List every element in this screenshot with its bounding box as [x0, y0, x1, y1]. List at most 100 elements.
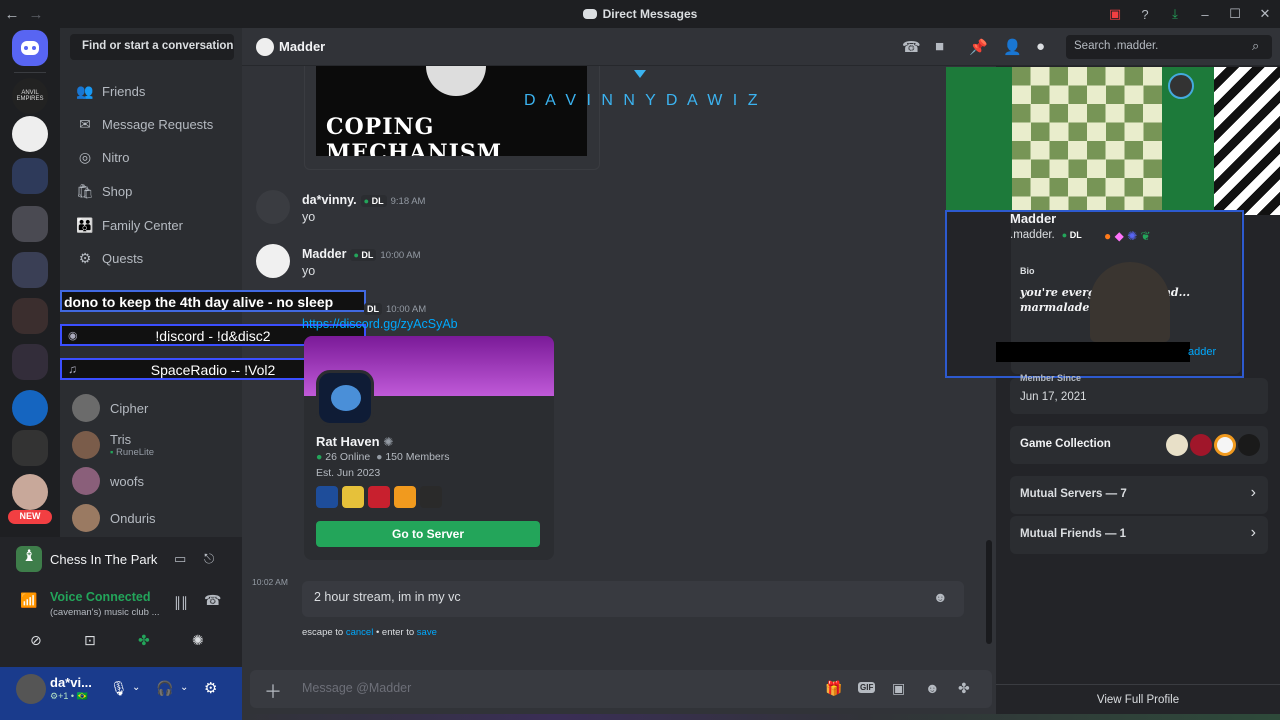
close-button[interactable]: ✕	[1250, 6, 1280, 22]
search-icon: ⌕	[1252, 38, 1260, 53]
server-folder[interactable]	[12, 158, 48, 194]
server-icon[interactable]	[12, 116, 48, 152]
sticker-icon[interactable]: ▣	[892, 680, 905, 697]
boost-badge-icon: ◆	[1114, 229, 1124, 243]
profile-toggle-icon[interactable]: ●	[1036, 38, 1045, 55]
nav-friends[interactable]: 👥 Friends	[68, 76, 236, 106]
forward-icon[interactable]: →	[24, 6, 48, 23]
server-folder[interactable]	[12, 252, 48, 288]
dm-item-cipher[interactable]: Cipher	[72, 391, 232, 425]
screen-share-icon[interactable]: ⊡	[84, 632, 96, 649]
game-icon	[368, 486, 390, 508]
noise-icon[interactable]: ∥∥	[174, 594, 188, 611]
member-since-label: Member Since	[1020, 373, 1082, 383]
nav-message-requests[interactable]: ✉ Message Requests	[68, 109, 236, 139]
help-icon[interactable]: ?	[1130, 7, 1160, 22]
view-full-profile-button[interactable]: View Full Profile	[996, 694, 1280, 706]
home-button[interactable]	[12, 30, 48, 66]
message-time: 10:02 AM	[252, 577, 288, 587]
emoji-icon[interactable]: ☻	[933, 589, 948, 605]
quests-icon: ⚙	[78, 249, 92, 266]
webcam-redaction	[996, 342, 1190, 362]
apps-icon[interactable]: ✤	[958, 680, 970, 697]
profile-link[interactable]: adder	[1188, 346, 1216, 358]
download-icon[interactable]: ⤓	[1160, 6, 1190, 22]
user-name[interactable]: da*vi...	[50, 675, 92, 690]
emoji-icon[interactable]: ☻	[925, 680, 940, 696]
message-input[interactable]: Message @Madder	[302, 681, 802, 695]
add-friend-icon[interactable]: 👤	[1003, 38, 1022, 56]
settings-icon[interactable]: ⚙	[204, 679, 217, 697]
nav-nitro[interactable]: ◎ Nitro	[68, 142, 236, 172]
maximize-button[interactable]: ☐	[1220, 6, 1250, 22]
activity-row[interactable]: ♝ Chess In The Park ▭ ⎋	[16, 545, 236, 573]
message-text: yo	[302, 210, 316, 224]
guild-tag: ● DL	[1058, 229, 1085, 241]
user-status: ⚙+1 • 🇧🇷	[50, 691, 88, 701]
voice-call-icon[interactable]: ☎	[902, 38, 921, 56]
gif-icon[interactable]: GIF	[858, 682, 876, 693]
invite-link[interactable]: https://discord.gg/zyAcSyAb	[302, 317, 458, 331]
camera-off-icon[interactable]: ⊘	[30, 632, 42, 649]
nav-family-center[interactable]: 👪 Family Center	[68, 210, 236, 240]
mutual-friends-button[interactable]: Mutual Friends — 1 ›	[1010, 516, 1268, 554]
edit-hint: escape to cancel • enter to save	[302, 627, 437, 638]
mic-icon[interactable]: 🎙	[110, 680, 128, 697]
headphones-icon[interactable]: 🎧	[156, 680, 173, 697]
disconnect-icon[interactable]: ☎	[204, 592, 221, 609]
minimize-button[interactable]: –	[1190, 7, 1220, 22]
friends-icon: 👥	[76, 82, 94, 99]
voice-controls: ⊘ ⊡ ✤ ✺	[12, 628, 232, 656]
nitro-icon: ◎	[78, 148, 92, 165]
avatar	[72, 394, 100, 422]
guild-tag: DL	[364, 303, 382, 315]
invite-server-icon	[316, 370, 374, 426]
cancel-link[interactable]: cancel	[346, 627, 373, 638]
message-header: da*vinny. ● DL 9:18 AM	[302, 193, 426, 207]
server-folder[interactable]	[12, 298, 48, 334]
activities-icon[interactable]: ✤	[138, 632, 150, 649]
soundboard-icon[interactable]: ✺	[192, 632, 204, 649]
nav-quests[interactable]: ⚙ Quests	[68, 243, 236, 273]
mutual-servers-button[interactable]: Mutual Servers — 7 ›	[1010, 476, 1268, 514]
nitro-badge-icon: ●	[1104, 229, 1112, 243]
back-icon[interactable]: ←	[0, 6, 24, 23]
server-icon[interactable]	[12, 390, 48, 426]
find-conversation-button[interactable]: Find or start a conversation	[70, 34, 234, 60]
stream-overlay-chess	[946, 67, 1280, 215]
plus-icon[interactable]: ＋	[264, 678, 282, 704]
member-since-value: Jun 17, 2021	[1020, 391, 1087, 403]
chevron-down-icon[interactable]: ⌄	[132, 682, 140, 693]
message-image[interactable]: COPING MECHANISM	[316, 66, 587, 156]
header-avatar	[256, 38, 274, 56]
dm-item-woofs[interactable]: woofs	[72, 464, 232, 498]
mail-icon: ✉	[79, 115, 91, 132]
disconnect-activity-icon[interactable]: ⎋	[204, 551, 214, 567]
save-link[interactable]: save	[417, 627, 437, 638]
server-folder[interactable]	[12, 344, 48, 380]
server-folder[interactable]	[12, 206, 48, 242]
dm-item-onduris[interactable]: Onduris	[72, 501, 232, 535]
screen-icon[interactable]: ▭	[174, 551, 186, 567]
user-avatar[interactable]	[16, 674, 46, 704]
inbox-icon[interactable]: ▣	[1100, 6, 1130, 22]
chevron-right-icon: ›	[1250, 524, 1256, 541]
server-anvil[interactable]: ANVIL EMPIRES	[12, 78, 48, 114]
guild-tag: ● DL	[360, 195, 387, 207]
message-avatar[interactable]	[256, 244, 290, 278]
nav-shop[interactable]: 🛍 Shop	[68, 176, 236, 206]
search-input[interactable]: Search .madder.	[1066, 35, 1272, 59]
game-collection-card[interactable]: Game Collection	[1010, 426, 1268, 464]
message-avatar[interactable]	[256, 190, 290, 224]
game-icon	[1190, 434, 1212, 456]
dm-item-tris[interactable]: Tris ▪ RuneLite	[72, 428, 232, 462]
server-icon[interactable]	[12, 474, 48, 510]
go-to-server-button[interactable]: Go to Server	[316, 521, 540, 547]
gift-icon[interactable]: 🎁	[825, 680, 842, 697]
chevron-down-icon[interactable]: ⌄	[180, 682, 188, 693]
scrollbar[interactable]	[986, 540, 992, 644]
video-call-icon[interactable]: ■	[935, 38, 944, 55]
pin-icon[interactable]: 📌	[969, 38, 988, 56]
voice-connection: 📶 Voice Connected (caveman's) music club…	[20, 590, 222, 618]
server-folder[interactable]	[12, 430, 48, 466]
